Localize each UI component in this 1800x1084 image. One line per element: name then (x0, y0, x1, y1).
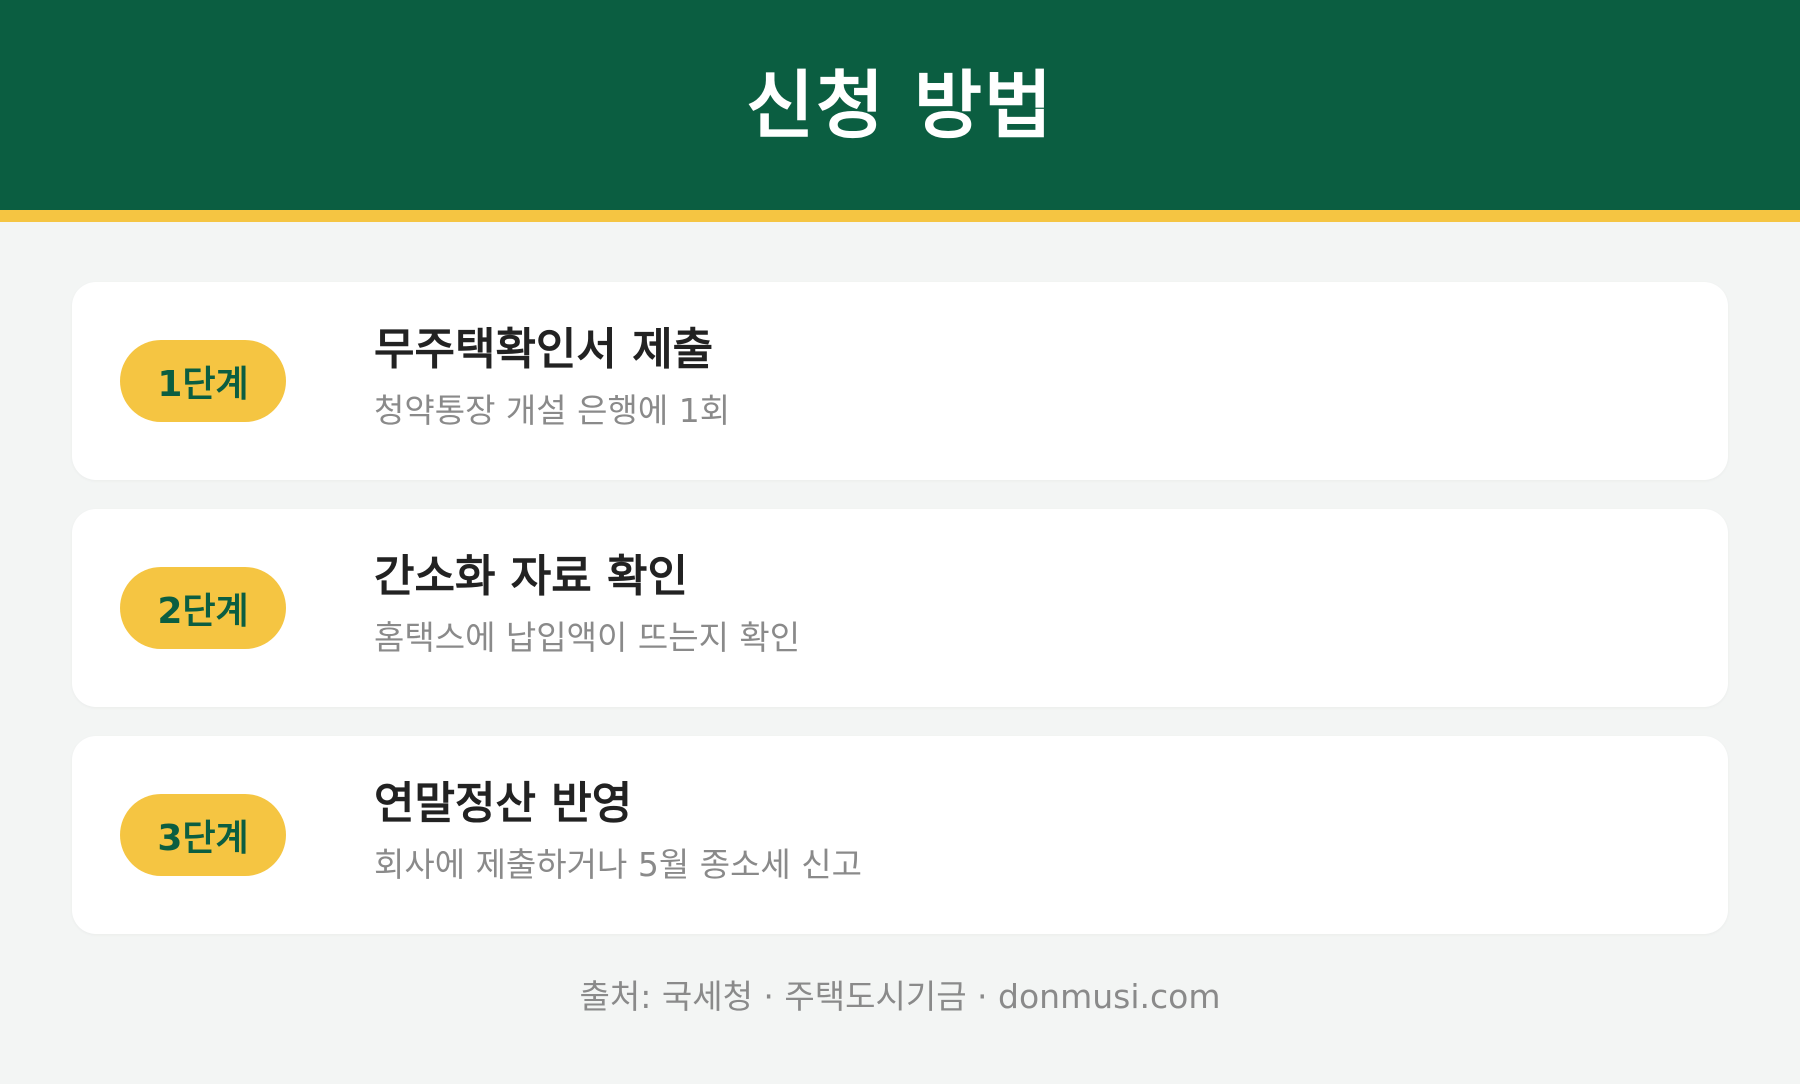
header-accent-stripe (0, 210, 1800, 222)
step-badge-3: 3단계 (120, 794, 286, 876)
step-description-1: 청약통장 개설 은행에 1회 (374, 390, 731, 430)
step-card-3: 3단계 연말정산 반영 회사에 제출하거나 5월 종소세 신고 (72, 736, 1728, 934)
step-title-2: 간소화 자료 확인 (374, 550, 688, 602)
page-header: 신청 방법 (0, 0, 1800, 210)
step-card-1: 1단계 무주택확인서 제출 청약통장 개설 은행에 1회 (72, 282, 1728, 480)
step-title-3: 연말정산 반영 (374, 777, 633, 829)
step-description-2: 홈택스에 납입액이 뜨는지 확인 (374, 617, 801, 657)
page-title: 신청 방법 (745, 62, 1055, 149)
step-badge-1: 1단계 (120, 340, 286, 422)
source-footer: 출처: 국세청 · 주택도시기금 · donmusi.com (579, 977, 1221, 1016)
step-badge-2: 2단계 (120, 567, 286, 649)
steps-list: 1단계 무주택확인서 제출 청약통장 개설 은행에 1회 2단계 간소화 자료 … (72, 282, 1728, 963)
step-title-1: 무주택확인서 제출 (374, 323, 714, 375)
step-text-1: 무주택확인서 제출 청약통장 개설 은행에 1회 (374, 324, 731, 430)
step-description-3: 회사에 제출하거나 5월 종소세 신고 (374, 844, 862, 884)
step-text-2: 간소화 자료 확인 홈택스에 납입액이 뜨는지 확인 (374, 551, 801, 657)
step-card-2: 2단계 간소화 자료 확인 홈택스에 납입액이 뜨는지 확인 (72, 509, 1728, 707)
step-text-3: 연말정산 반영 회사에 제출하거나 5월 종소세 신고 (374, 778, 862, 884)
